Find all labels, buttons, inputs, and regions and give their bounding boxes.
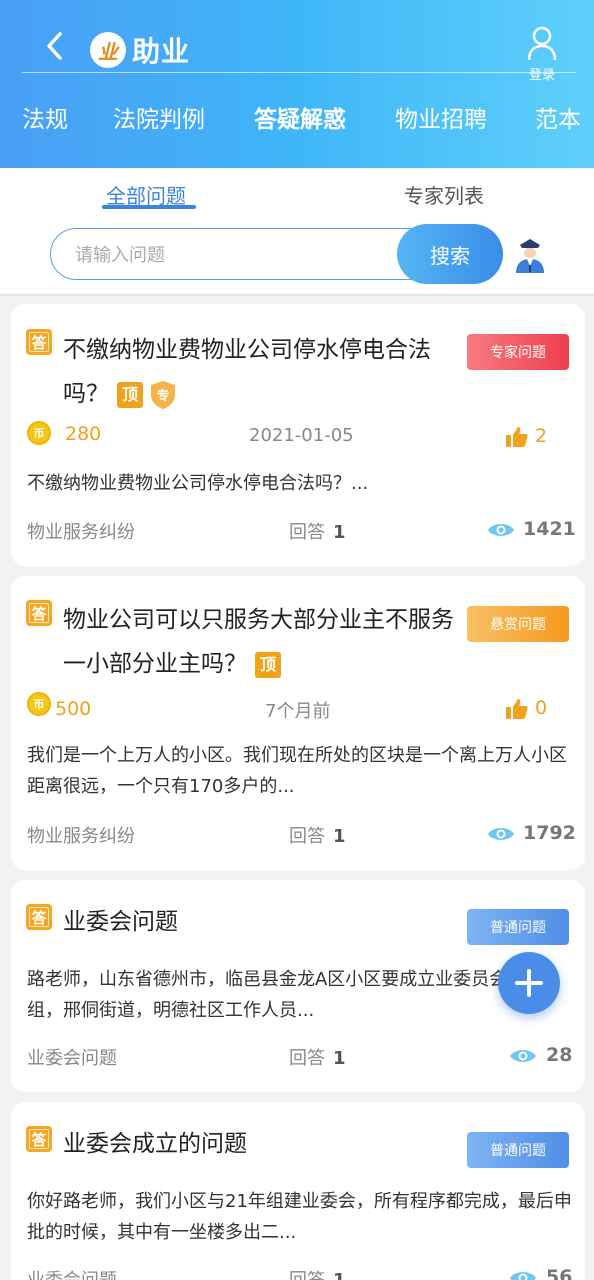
reward-points: 280 [65, 423, 102, 445]
question-summary: 你好路老师，我们小区与21年组建业委会，所有程序都完成，最后申批的时候，其中有一… [27, 1191, 572, 1243]
eye-icon [510, 1050, 536, 1062]
search-input[interactable] [75, 241, 395, 269]
answer-badge: 答 [26, 904, 52, 930]
answer-badge: 答 [26, 1126, 52, 1152]
question-type-badge: 专家问题 [467, 334, 569, 370]
question-title[interactable]: 不缴纳物业费物业公司停水停电合法吗？顶专 [63, 328, 463, 416]
thumbs-up-icon[interactable] [505, 698, 529, 720]
view-count: 56 [546, 1266, 573, 1280]
question-category: 业委会问题 [27, 1266, 117, 1280]
like-count: 0 [535, 697, 548, 719]
eye-icon [510, 1272, 536, 1280]
post-date: 2021-01-05 [249, 425, 354, 446]
pinned-tag: 顶 [255, 651, 281, 678]
question-summary: 不缴纳物业费物业公司停水停电合法吗？... [27, 473, 369, 494]
login-button[interactable]: 登录 [522, 26, 562, 83]
back-button[interactable] [40, 28, 70, 64]
post-date: 7个月前 [265, 701, 331, 722]
view-count: 28 [546, 1044, 573, 1066]
app-header: 业 助业 登录 法规 法院判例 答疑解惑 物业招聘 范本 [0, 0, 594, 168]
question-type-badge: 普通问题 [467, 909, 569, 945]
question-category: 物业服务纠纷 [27, 522, 135, 543]
expert-tag-label: 专 [156, 388, 169, 404]
question-summary: 路老师，山东省德州市，临邑县金龙A区小区要成立业委员会筹备组，邢侗街道，明德社区… [27, 969, 544, 1021]
nav-item-qa[interactable]: 答疑解惑 [254, 100, 346, 134]
thumbs-up-icon[interactable] [505, 426, 529, 448]
question-type-badge: 悬赏问题 [467, 606, 569, 642]
question-category: 物业服务纠纷 [27, 826, 135, 847]
answer-badge: 答 [26, 600, 52, 626]
answer-count: 回答1 [289, 1266, 346, 1280]
question-title[interactable]: 物业公司可以只服务大部分业主不服务一小部分业主吗？顶 [63, 598, 463, 686]
nav-item-regulations[interactable]: 法规 [22, 100, 68, 134]
app-logo: 业 助业 [90, 28, 190, 72]
question-type-badge: 普通问题 [467, 1132, 569, 1168]
expert-shield-icon: 专 [151, 380, 175, 409]
category-nav: 法规 法院判例 答疑解惑 物业招聘 范本 [0, 100, 594, 140]
question-card[interactable]: 答 不缴纳物业费物业公司停水停电合法吗？顶专 专家问题 币 280 2021-0… [11, 304, 585, 566]
view-count: 1792 [523, 822, 576, 844]
nav-item-jobs[interactable]: 物业招聘 [395, 100, 487, 134]
answer-count: 回答1 [289, 826, 346, 847]
question-card[interactable]: 答 物业公司可以只服务大部分业主不服务一小部分业主吗？顶 悬赏问题 币 500 … [11, 576, 585, 870]
reward-points: 500 [55, 698, 92, 720]
view-count: 1421 [523, 518, 576, 540]
add-question-button[interactable] [498, 952, 560, 1014]
section-divider [0, 294, 594, 296]
question-title[interactable]: 业委会问题 [63, 900, 463, 944]
coin-icon: 币 [27, 692, 51, 716]
answer-count: 回答1 [289, 1048, 346, 1069]
pinned-tag: 顶 [117, 381, 143, 408]
question-title[interactable]: 业委会成立的问题 [63, 1122, 463, 1166]
login-label: 登录 [528, 68, 555, 83]
question-summary: 我们是一个上万人的小区。我们现在所处的区块是一个离上万人小区距离很远，一个只有1… [27, 745, 567, 797]
question-category: 业委会问题 [27, 1048, 117, 1069]
logo-text: 助业 [132, 35, 191, 68]
question-card[interactable]: 答 业委会成立的问题 普通问题 你好路老师，我们小区与21年组建业委会，所有程序… [11, 1102, 585, 1280]
coin-icon: 币 [27, 421, 51, 445]
expert-icon[interactable] [512, 236, 548, 274]
eye-icon [488, 828, 514, 840]
answer-count: 回答1 [289, 522, 346, 543]
plus-icon [515, 969, 543, 997]
like-count: 2 [535, 425, 548, 447]
user-icon [527, 26, 557, 61]
nav-item-court-cases[interactable]: 法院判例 [113, 100, 205, 134]
tab-expert-list[interactable]: 专家列表 [404, 180, 484, 209]
active-tab-indicator [102, 205, 196, 209]
eye-icon [488, 524, 514, 536]
header-divider [22, 72, 576, 73]
answer-badge: 答 [26, 329, 52, 355]
chevron-left-icon [47, 32, 62, 60]
logo-mark: 业 [90, 32, 126, 68]
search-button[interactable]: 搜索 [397, 224, 503, 284]
nav-item-templates[interactable]: 范本 [535, 100, 581, 134]
